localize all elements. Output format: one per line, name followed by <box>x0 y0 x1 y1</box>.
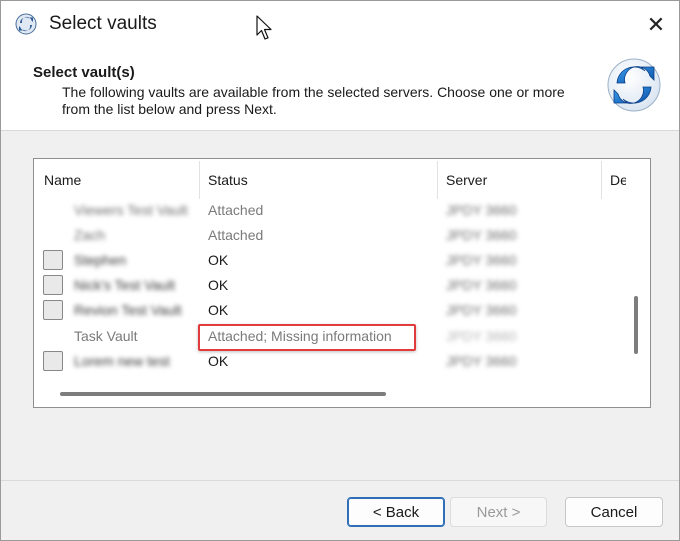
vault-list-viewport: Name Status Server De Viewers Test Vault… <box>36 161 626 385</box>
vault-row[interactable]: Stephen OK JPDY 3660 <box>36 248 626 273</box>
vault-server: JPDY 3660 <box>446 302 517 318</box>
vault-row[interactable]: Revion Test Vault OK JPDY 3660 <box>36 298 626 323</box>
vault-row[interactable]: Task Vault Attached; Missing information… <box>36 324 626 351</box>
vault-name: Nick's Test Vault <box>74 277 175 293</box>
footer-separator <box>1 480 679 481</box>
sync-arrows-icon <box>607 58 661 112</box>
vault-server: JPDY 3660 <box>446 227 517 243</box>
vault-server: JPDY 3660 <box>446 328 517 344</box>
back-button[interactable]: < Back <box>347 497 445 527</box>
vault-name: Viewers Test Vault <box>74 202 188 218</box>
close-icon: ✕ <box>646 12 666 37</box>
vault-checkbox[interactable] <box>43 275 63 295</box>
vault-server: JPDY 3660 <box>446 202 517 218</box>
header-title: Select vault(s) <box>33 64 135 81</box>
vault-status: OK <box>208 277 229 293</box>
window-title: Select vaults <box>49 13 157 34</box>
vault-name: Stephen <box>74 252 127 268</box>
header-description: The following vaults are available from … <box>62 84 565 117</box>
cancel-button[interactable]: Cancel <box>565 497 663 527</box>
vault-checkbox[interactable] <box>43 351 63 371</box>
vault-status: Attached; Missing information <box>208 328 392 344</box>
close-button[interactable]: ✕ <box>633 1 679 49</box>
vault-server: JPDY 3660 <box>446 252 517 268</box>
vault-name: Task Vault <box>74 328 138 344</box>
vault-server: JPDY 3660 <box>446 353 517 369</box>
column-header-description[interactable]: De <box>602 161 626 199</box>
vault-row[interactable]: Zach Attached JPDY 3660 <box>36 223 626 248</box>
vault-server: JPDY 3660 <box>446 277 517 293</box>
select-vaults-dialog: Select vaults ✕ Select vault(s) The foll… <box>0 0 680 541</box>
column-header-name[interactable]: Name <box>36 161 200 199</box>
vault-list[interactable]: Name Status Server De Viewers Test Vault… <box>33 158 651 408</box>
wizard-header: Select vault(s) The following vaults are… <box>1 49 679 131</box>
app-sync-icon <box>15 13 37 35</box>
vault-checkbox[interactable] <box>43 300 63 320</box>
vertical-scrollbar-thumb[interactable] <box>634 296 638 354</box>
vault-row[interactable]: Nick's Test Vault OK JPDY 3660 <box>36 273 626 298</box>
vault-name: Lorem new test <box>74 353 170 369</box>
next-button[interactable]: Next > <box>450 497 547 527</box>
vault-status: OK <box>208 353 229 369</box>
vault-status: Attached <box>208 227 264 243</box>
vault-status: Attached <box>208 202 264 218</box>
title-bar[interactable]: Select vaults ✕ <box>1 1 679 49</box>
mouse-cursor-icon <box>256 15 272 40</box>
vault-status: OK <box>208 302 229 318</box>
column-header-server[interactable]: Server <box>438 161 602 199</box>
column-header-status[interactable]: Status <box>200 161 438 199</box>
vault-row[interactable]: Lorem new test OK JPDY 3660 <box>36 349 626 374</box>
vault-row[interactable]: Viewers Test Vault Attached JPDY 3660 <box>36 198 626 223</box>
vault-status: OK <box>208 252 229 268</box>
horizontal-scrollbar-thumb[interactable] <box>60 392 386 396</box>
vault-name: Zach <box>74 227 106 243</box>
vault-checkbox[interactable] <box>43 250 63 270</box>
vault-name: Revion Test Vault <box>74 302 182 318</box>
